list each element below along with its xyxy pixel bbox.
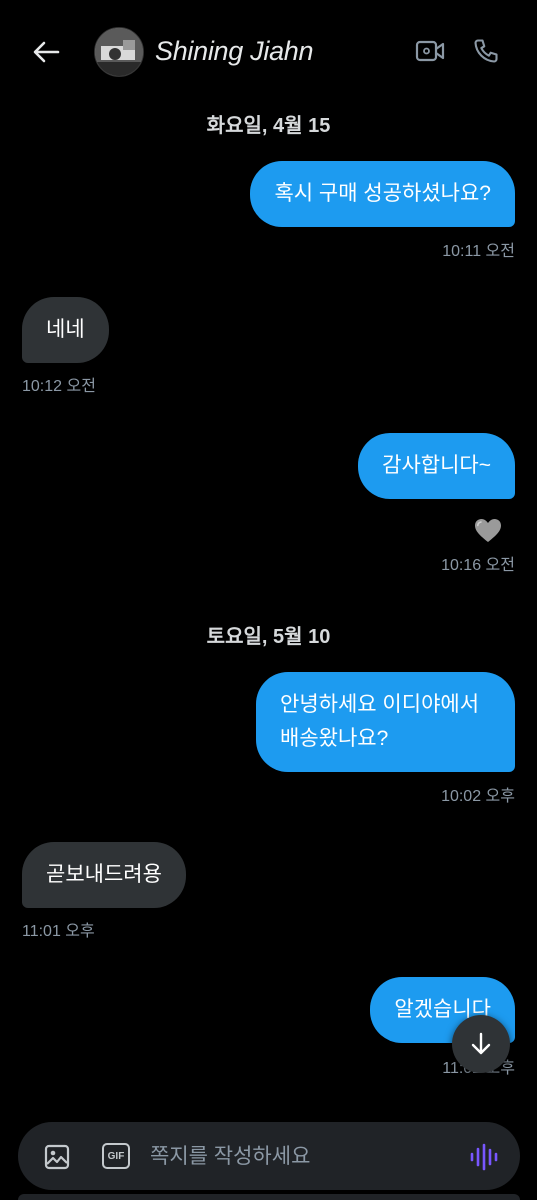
voice-waveform-icon <box>470 1143 498 1171</box>
message-input[interactable] <box>148 1136 452 1178</box>
message-bubble-incoming[interactable]: 곧보내드려용 <box>22 842 186 908</box>
contact-name[interactable]: Shining Jiahn <box>155 33 314 69</box>
image-icon <box>44 1144 70 1170</box>
message-bubble-incoming[interactable]: 네네 <box>22 297 109 363</box>
message-timestamp: 10:02 오후 <box>441 788 515 805</box>
heart-reaction-icon[interactable] <box>473 516 503 546</box>
voice-call-button[interactable] <box>466 31 506 71</box>
arrow-down-icon <box>471 1032 491 1055</box>
message-bubble-outgoing[interactable]: 감사합니다~ <box>358 433 515 499</box>
voice-message-button[interactable] <box>468 1142 500 1172</box>
video-call-button[interactable] <box>410 33 450 69</box>
message-timestamp: 10:12 오전 <box>22 378 96 395</box>
bottom-bar <box>18 1194 520 1200</box>
message-bubble-outgoing[interactable]: 안녕하세요 이디야에서 배송왔나요? <box>256 672 515 772</box>
phone-icon <box>474 39 498 63</box>
date-separator: 화요일, 4월 15 <box>206 115 331 137</box>
avatar[interactable] <box>94 27 144 77</box>
video-camera-icon <box>415 40 445 62</box>
back-button[interactable] <box>26 32 66 72</box>
message-composer: GIF <box>18 1122 520 1190</box>
message-timestamp: 10:11 오전 <box>442 243 515 260</box>
conversation-header: Shining Jiahn <box>0 0 537 104</box>
scroll-to-bottom-button[interactable] <box>452 1015 510 1073</box>
message-timestamp: 11:01 오후 <box>22 923 95 940</box>
arrow-left-icon <box>33 41 60 63</box>
message-bubble-outgoing[interactable]: 혹시 구매 성공하셨나요? <box>250 161 515 227</box>
message-timestamp: 10:16 오전 <box>441 557 515 574</box>
add-image-button[interactable] <box>40 1140 74 1174</box>
message-line: 배송왔나요? <box>280 727 389 750</box>
date-separator: 토요일, 5월 10 <box>206 626 331 648</box>
gif-button[interactable]: GIF <box>102 1143 130 1169</box>
avatar-image <box>95 28 143 76</box>
message-line: 안녕하세요 이디야에서 <box>280 693 480 716</box>
heart-icon <box>475 519 501 542</box>
